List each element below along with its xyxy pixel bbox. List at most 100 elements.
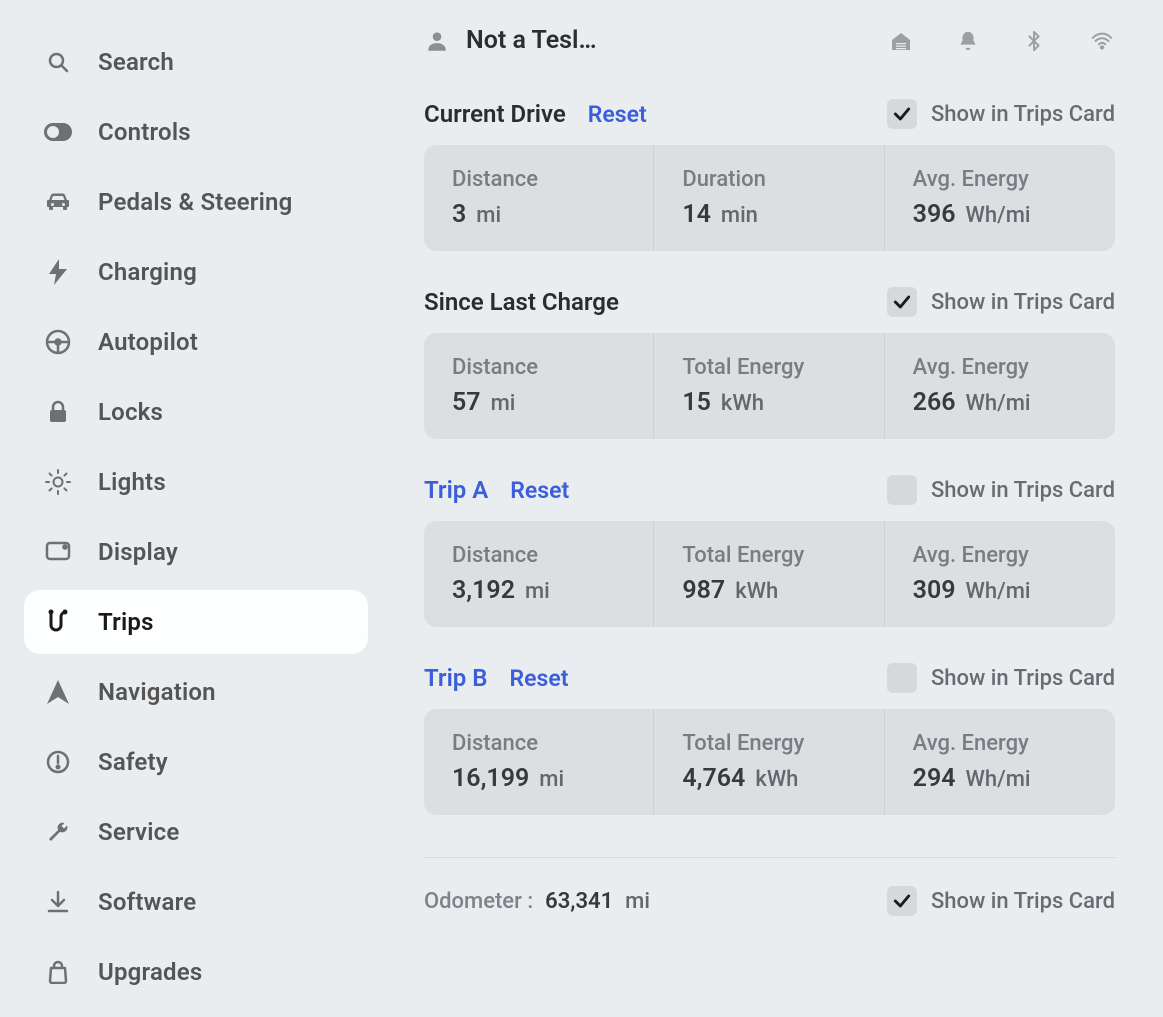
stat-cell: Avg. Energy396Wh/mi (885, 145, 1115, 251)
stat-value: 14 (682, 200, 711, 229)
safety-icon (44, 748, 72, 776)
stat-unit: min (721, 203, 758, 228)
stat-value: 987 (682, 576, 725, 605)
show-in-trips-label: Show in Trips Card (931, 290, 1115, 315)
main-content: Not a Tesl… Current DriveResetShow in Tr… (380, 0, 1163, 1017)
stat-unit: mi (491, 391, 516, 416)
status-icons (889, 28, 1115, 54)
stat-cell: Distance3mi (424, 145, 654, 251)
sidebar-item-trips[interactable]: Trips (24, 590, 368, 654)
toggle-icon (44, 118, 72, 146)
show-in-trips-checkbox[interactable] (887, 99, 917, 129)
stat-cell: Avg. Energy294Wh/mi (885, 709, 1115, 815)
section-title: Since Last Charge (424, 288, 619, 316)
sidebar-item-software[interactable]: Software (24, 870, 368, 934)
stat-unit: mi (525, 579, 550, 604)
stat-grid: Distance57mi Total Energy 15 kWh Avg. Energy… (424, 333, 1115, 439)
bluetooth-icon[interactable] (1023, 28, 1045, 54)
stat-cell: Avg. Energy266Wh/mi (885, 333, 1115, 439)
sidebar-item-navigation[interactable]: Navigation (24, 660, 368, 724)
display-icon (44, 538, 72, 566)
stat-grid: Distance3mi Duration 14 min Avg. Energy396Wh… (424, 145, 1115, 251)
sidebar-item-label: Pedals & Steering (98, 188, 293, 216)
sidebar-item-safety[interactable]: Safety (24, 730, 368, 794)
topbar: Not a Tesl… (424, 26, 1115, 55)
stat-label: Total Energy (682, 543, 855, 568)
sidebar-item-service[interactable]: Service (24, 800, 368, 864)
odometer-row: Odometer : 63,341 mi Show in Trips Card (424, 857, 1115, 916)
sidebar-item-charging[interactable]: Charging (24, 240, 368, 304)
stat-label: Distance (452, 731, 625, 756)
sidebar-item-label: Charging (98, 258, 197, 286)
show-in-trips-label: Show in Trips Card (931, 102, 1115, 127)
stat-cell: Distance16,199mi (424, 709, 654, 815)
section-title[interactable]: Trip A (424, 476, 488, 504)
stat-value: 3,192 (452, 576, 515, 605)
sidebar-item-autopilot[interactable]: Autopilot (24, 310, 368, 374)
stat-label: Total Energy (682, 731, 855, 756)
reset-link[interactable]: Reset (588, 101, 647, 128)
stat-cell: Total Energy 15 kWh (654, 333, 884, 439)
homelink-icon[interactable] (889, 29, 913, 53)
section-title[interactable]: Trip B (424, 664, 488, 692)
reset-link[interactable]: Reset (510, 665, 569, 692)
reset-link[interactable]: Reset (510, 477, 569, 504)
stat-value: 15 (682, 388, 711, 417)
odometer-show-label: Show in Trips Card (931, 889, 1115, 914)
stat-value: 16,199 (452, 764, 529, 793)
sidebar-item-lights[interactable]: Lights (24, 450, 368, 514)
stat-value: 396 (913, 200, 956, 229)
section-header: Trip AResetShow in Trips Card (424, 475, 1115, 505)
sidebar-item-label: Controls (98, 118, 191, 146)
sidebar-item-display[interactable]: Display (24, 520, 368, 584)
stat-label: Distance (452, 543, 625, 568)
odometer-unit: mi (625, 889, 650, 914)
show-in-trips-label: Show in Trips Card (931, 666, 1115, 691)
stat-cell: Distance 3,192 mi (424, 521, 654, 627)
section-trip-a: Trip AResetShow in Trips CardDistance3,1… (424, 475, 1115, 627)
section-header: Trip B Reset Show in Trips Card (424, 663, 1115, 693)
user-icon (424, 28, 450, 54)
stat-unit: kWh (721, 391, 764, 416)
odometer-label: Odometer : (424, 889, 533, 914)
nav-icon (44, 678, 72, 706)
stat-label: Distance (452, 355, 625, 380)
user-profile[interactable]: Not a Tesl… (424, 26, 871, 55)
stat-unit: kWh (735, 579, 778, 604)
show-in-trips-checkbox[interactable] (887, 663, 917, 693)
stat-value: 266 (913, 388, 956, 417)
stat-cell: Duration 14 min (654, 145, 884, 251)
sidebar: Search Controls Pedals & Steering Charging A… (0, 0, 380, 1017)
bell-icon[interactable] (957, 30, 979, 52)
sidebar-item-search[interactable]: Search (24, 30, 368, 94)
sidebar-item-upgrades[interactable]: Upgrades (24, 940, 368, 1004)
section-header: Current DriveResetShow in Trips Card (424, 99, 1115, 129)
show-in-trips-checkbox[interactable] (887, 475, 917, 505)
stat-unit: kWh (755, 767, 798, 792)
odometer-show-checkbox[interactable] (887, 886, 917, 916)
stat-cell: Total Energy 987 kWh (654, 521, 884, 627)
sidebar-item-label: Lights (98, 468, 166, 496)
sidebar-item-label: Upgrades (98, 958, 202, 986)
sidebar-item-locks[interactable]: Locks (24, 380, 368, 444)
trips-icon (44, 608, 72, 636)
stat-label: Total Energy (682, 355, 855, 380)
stat-cell: Distance57mi (424, 333, 654, 439)
section-header: Since Last Charge Show in Trips Card (424, 287, 1115, 317)
stat-label: Duration (682, 167, 855, 192)
sidebar-item-controls[interactable]: Controls (24, 100, 368, 164)
wifi-icon[interactable] (1089, 30, 1115, 52)
sidebar-item-pedals-steering[interactable]: Pedals & Steering (24, 170, 368, 234)
section-since-last-charge: Since Last Charge Show in Trips Card Dista… (424, 287, 1115, 439)
stat-grid: Distance16,199miTotal Energy4,764kWhAvg.… (424, 709, 1115, 815)
sidebar-item-label: Service (98, 818, 180, 846)
bulb-icon (44, 468, 72, 496)
sidebar-item-label: Trips (98, 608, 154, 636)
sidebar-item-label: Safety (98, 748, 168, 776)
stat-unit: Wh/mi (966, 767, 1031, 792)
stat-value: 294 (913, 764, 956, 793)
sidebar-item-label: Locks (98, 398, 163, 426)
stat-value: 309 (913, 576, 956, 605)
stat-label: Distance (452, 167, 625, 192)
show-in-trips-checkbox[interactable] (887, 287, 917, 317)
